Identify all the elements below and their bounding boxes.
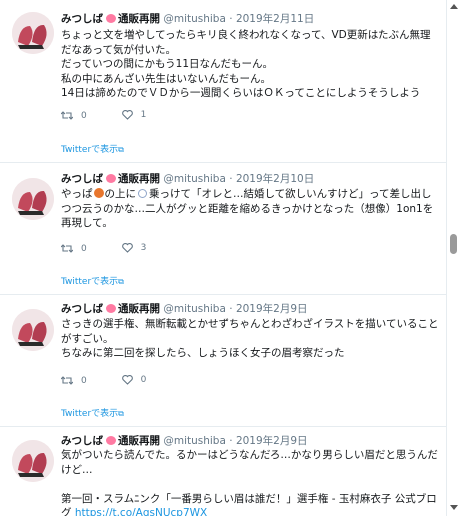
- ring-emoji: [138, 189, 147, 198]
- like-button[interactable]: 1: [121, 110, 147, 120]
- display-name[interactable]: みつしば: [61, 13, 103, 25]
- tweet-date[interactable]: 2019年2月10日: [236, 173, 314, 185]
- retweet-count: 0: [81, 243, 87, 254]
- handle[interactable]: @mitushiba: [163, 13, 226, 25]
- heart-icon: [121, 243, 133, 253]
- tweet-actions: 0 1: [61, 110, 178, 123]
- separator: ·: [229, 303, 233, 315]
- basketball-emoji: [93, 188, 104, 198]
- handle[interactable]: @mitushiba: [163, 435, 226, 447]
- tweet-actions: 0 3: [61, 243, 178, 256]
- tweet-text: さっきの選手権、無断転載とかせずちゃんとわざわざイラストを描いていることがすごい…: [61, 318, 439, 359]
- tweet-header: みつしば 通販再開 @mitushiba · 2019年2月9日: [61, 302, 308, 316]
- tweet-text-body: 気がついたら読んでた。るかーはどうなんだろ…かなり男らしい眉だと思うんだけど… …: [61, 449, 438, 516]
- like-count: 0: [140, 375, 147, 385]
- display-name-label[interactable]: 通販再開: [118, 173, 160, 185]
- tweet: みつしば 通販再開 @mitushiba · 2019年2月10日 やっぱ の上に乗…: [0, 162, 446, 295]
- tweet-text: 気がついたら読んでた。るかーはどうなんだろ…かなり男らしい眉だと思うんだけど… …: [61, 448, 441, 516]
- tweet-date[interactable]: 2019年2月9日: [236, 303, 308, 315]
- like-count: 1: [140, 110, 147, 120]
- display-name-label[interactable]: 通販再開: [118, 13, 160, 25]
- display-name-label[interactable]: 通販再開: [118, 303, 160, 315]
- separator: ·: [229, 13, 233, 25]
- heart-icon: [121, 110, 133, 120]
- retweet-button[interactable]: 0: [61, 111, 87, 121]
- retweet-button[interactable]: 0: [61, 376, 87, 386]
- separator: ·: [229, 435, 233, 447]
- retweet-icon: [61, 244, 73, 253]
- view-on-twitter-label: Twitterで表示: [61, 277, 119, 287]
- tweet-text-part: の上に: [104, 188, 137, 200]
- avatar[interactable]: [12, 12, 54, 54]
- scroll-up-arrow-icon[interactable]: [450, 4, 458, 9]
- scroll-down-arrow-icon[interactable]: [450, 505, 458, 510]
- external-link-icon: ⧉: [118, 145, 124, 154]
- pig-face-emoji: [106, 14, 116, 23]
- tweet-actions: 0 0: [61, 375, 178, 388]
- view-on-twitter-label: Twitterで表示: [61, 409, 119, 419]
- display-name-label[interactable]: 通販再開: [118, 435, 160, 447]
- tweet-header: みつしば 通販再開 @mitushiba · 2019年2月11日: [61, 12, 314, 26]
- external-link-icon: ⧉: [118, 277, 124, 286]
- separator: ·: [229, 173, 233, 185]
- avatar[interactable]: [12, 178, 54, 220]
- view-on-twitter-label: Twitterで表示: [61, 145, 119, 155]
- external-link-icon: ⧉: [118, 409, 124, 418]
- handle[interactable]: @mitushiba: [163, 173, 226, 185]
- heart-icon: [121, 375, 133, 385]
- tweet-date[interactable]: 2019年2月11日: [236, 13, 314, 25]
- avatar[interactable]: [12, 309, 54, 351]
- like-button[interactable]: 3: [121, 243, 147, 253]
- retweet-count: 0: [81, 110, 87, 121]
- tweet-text: やっぱ の上に 乗っけて「オレと…結婚して欲しいんすけど」って差し出しつつ云うのかな…: [61, 187, 441, 231]
- like-button[interactable]: 0: [121, 375, 147, 385]
- avatar[interactable]: [12, 440, 54, 482]
- tweet-header: みつしば 通販再開 @mitushiba · 2019年2月9日: [61, 434, 308, 448]
- pig-face-emoji: [106, 304, 116, 313]
- tweet-header: みつしば 通販再開 @mitushiba · 2019年2月10日: [61, 172, 314, 186]
- view-on-twitter-link[interactable]: Twitterで表示⧉: [61, 274, 124, 287]
- retweet-button[interactable]: 0: [61, 244, 87, 254]
- tweet-url-link[interactable]: https://t.co/AgsNUcp7WX: [75, 507, 207, 516]
- display-name[interactable]: みつしば: [61, 173, 103, 185]
- pig-face-emoji: [106, 174, 116, 183]
- retweet-icon: [61, 376, 73, 385]
- tweet-text-part: やっぱ: [61, 188, 93, 200]
- handle[interactable]: @mitushiba: [163, 303, 226, 315]
- pig-face-emoji: [106, 436, 116, 445]
- scrollbar[interactable]: [447, 0, 460, 516]
- tweet: みつしば 通販再開 @mitushiba · 2019年2月11日 ちょっと文を増…: [0, 0, 446, 163]
- view-on-twitter-link[interactable]: Twitterで表示⧉: [61, 406, 124, 419]
- retweet-count: 0: [81, 375, 87, 386]
- retweet-icon: [61, 111, 73, 120]
- like-count: 3: [140, 243, 147, 253]
- display-name[interactable]: みつしば: [61, 303, 103, 315]
- tweet-feed[interactable]: みつしば 通販再開 @mitushiba · 2019年2月11日 ちょっと文を増…: [0, 0, 447, 516]
- display-name[interactable]: みつしば: [61, 435, 103, 447]
- tweet: みつしば 通販再開 @mitushiba · 2019年2月9日 さっきの選手権、…: [0, 294, 446, 427]
- tweet: みつしば 通販再開 @mitushiba · 2019年2月9日 気がついたら読ん…: [0, 426, 446, 516]
- tweet-text: ちょっと文を増やしてったらキリ良く終われなくなって、VD更新はたぶん無理だなあっ…: [61, 29, 431, 99]
- scrollbar-thumb[interactable]: [450, 234, 457, 254]
- view-on-twitter-link[interactable]: Twitterで表示⧉: [61, 142, 124, 155]
- tweet-date[interactable]: 2019年2月9日: [236, 435, 308, 447]
